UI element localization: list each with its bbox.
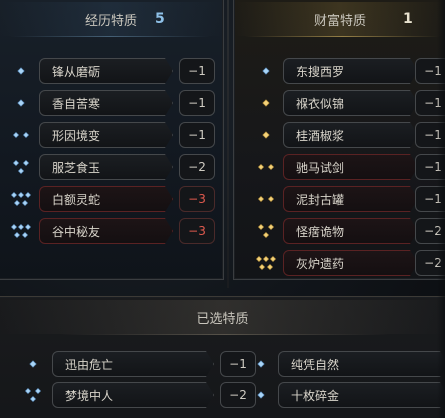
trait-name: 谷中秘友 [52,224,101,239]
trait-selection-screen: 经历特质 5 财富特质 1 已选特质 锋从磨砺 −1 香自苦寒 −1 形因境变 −1 服芝食… [0,0,445,418]
trait-name: 桂酒椒浆 [296,128,345,143]
trait-cost: −1 [179,90,215,116]
gem-3-gold-icon [253,218,279,244]
trait-row[interactable]: 驰马试剑 −1 [253,154,445,180]
trait-name-button[interactable]: 锋从磨砺 [39,58,173,84]
trait-cost: −3 [179,186,215,212]
trait-name: 白额灵蛇 [52,192,101,207]
trait-name-button[interactable]: 香自苦寒 [39,90,173,116]
trait-row[interactable]: 桂酒椒浆 −1 [253,122,445,148]
trait-name-button[interactable]: 形因境变 [39,122,173,148]
trait-name-button[interactable]: 服芝食玉 [39,154,173,180]
header-underline [60,334,390,335]
trait-row[interactable]: 褓衣似锦 −1 [253,90,445,116]
trait-name-button[interactable]: 纯凭自然 [278,351,445,377]
trait-row[interactable]: 十枚碎金 [248,382,445,408]
gem-3-icon [8,154,34,180]
wealth-traits-header: 财富特质 1 [235,2,445,36]
experience-traits-title: 经历特质 [84,13,137,29]
selected-traits-header: 已选特质 [0,300,445,334]
gem-4-gold-icon [253,250,279,276]
trait-row[interactable]: 泥封古罐 −1 [253,186,445,212]
trait-row[interactable]: 香自苦寒 −1 [8,90,218,116]
panel-divider [227,0,229,288]
header-underline [245,36,440,37]
trait-name-button[interactable]: 泥封古罐 [283,186,418,212]
trait-name: 东搜西罗 [296,64,345,79]
header-underline [10,36,210,37]
trait-name-button[interactable]: 东搜西罗 [283,58,418,84]
trait-name-button[interactable]: 谷中秘友 [39,218,173,244]
trait-row[interactable]: 东搜西罗 −1 [253,58,445,84]
trait-row[interactable]: 纯凭自然 [248,351,445,377]
trait-row[interactable]: 迅由危亡 −1 [20,351,256,377]
trait-name: 怪瘔诡物 [296,224,345,239]
trait-name: 锋从磨砺 [52,64,101,79]
gem-2-icon [8,122,34,148]
gem-1-icon [20,351,46,377]
trait-name-button[interactable]: 梦境中人 [52,382,214,408]
gem-1-icon [8,58,34,84]
trait-row[interactable]: 白额灵蛇 −3 [8,186,218,212]
gem-4-icon [8,218,34,244]
wealth-traits-count: 1 [403,11,413,27]
trait-name-button[interactable]: 迅由危亡 [52,351,214,377]
trait-row[interactable]: 谷中秘友 −3 [8,218,218,244]
trait-name-button[interactable]: 褓衣似锦 [283,90,418,116]
gem-1-icon [253,58,279,84]
trait-name: 灰炉遗药 [296,256,345,271]
trait-row[interactable]: 服芝食玉 −2 [8,154,218,180]
gem-1-icon [248,382,274,408]
trait-name: 纯凭自然 [291,357,340,372]
trait-row[interactable]: 形因境变 −1 [8,122,218,148]
wealth-traits-title: 财富特质 [313,13,366,29]
gem-3-icon [20,382,46,408]
edge-fade [437,0,445,418]
trait-name: 驰马试剑 [296,160,345,175]
trait-name: 褓衣似锦 [296,96,345,111]
trait-name: 十枚碎金 [291,388,340,403]
trait-cost: −2 [179,154,215,180]
trait-row[interactable]: 怪瘔诡物 −2 [253,218,445,244]
gem-4-icon [8,186,34,212]
gem-2-gold-icon [253,154,279,180]
trait-name: 迅由危亡 [65,357,114,372]
trait-row[interactable]: 灰炉遗药 −2 [253,250,445,276]
trait-name-button[interactable]: 十枚碎金 [278,382,445,408]
trait-name-button[interactable]: 驰马试剑 [283,154,418,180]
gem-1-gold-icon [253,90,279,116]
experience-traits-header: 经历特质 5 [0,2,222,36]
trait-name: 形因境变 [52,128,101,143]
trait-row[interactable]: 锋从磨砺 −1 [8,58,218,84]
trait-cost: −3 [179,218,215,244]
trait-cost: −1 [179,58,215,84]
trait-name-button[interactable]: 灰炉遗药 [283,250,418,276]
trait-name-button[interactable]: 桂酒椒浆 [283,122,418,148]
trait-cost: −1 [179,122,215,148]
trait-name: 服芝食玉 [52,160,101,175]
gem-2-gold-icon [253,186,279,212]
gem-1-gold-icon [253,122,279,148]
experience-traits-count: 5 [155,11,165,27]
gem-1-icon [248,351,274,377]
trait-name: 泥封古罐 [296,192,345,207]
selected-traits-title: 已选特质 [196,311,249,327]
trait-name-button[interactable]: 怪瘔诡物 [283,218,418,244]
trait-name: 香自苦寒 [52,96,101,111]
trait-name-button[interactable]: 白额灵蛇 [39,186,173,212]
trait-name: 梦境中人 [65,388,114,403]
gem-1-icon [8,90,34,116]
trait-row[interactable]: 梦境中人 −2 [20,382,256,408]
